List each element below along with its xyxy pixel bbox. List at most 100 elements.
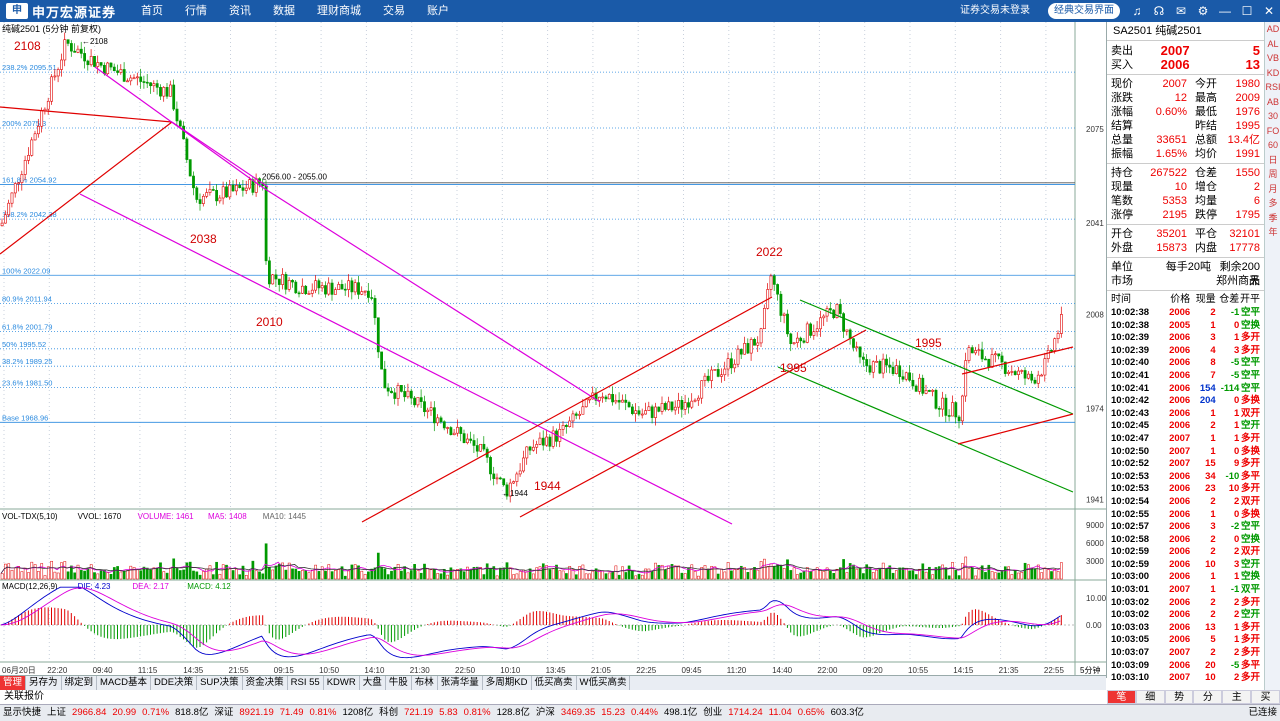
indicator-tab[interactable]: DDE决策 bbox=[151, 676, 198, 690]
trend-line[interactable] bbox=[957, 413, 1074, 445]
candle-body bbox=[894, 365, 898, 374]
trade-list[interactable]: 10:02:38 2006 2 -1 空平 10:02:38 2005 1 0 空换 10:02:3… bbox=[1107, 307, 1264, 685]
indicator-tab[interactable]: SUP决策 bbox=[197, 676, 243, 690]
classic-trade-button[interactable]: 经典交易界面 bbox=[1048, 3, 1120, 19]
trade-vol: 20 bbox=[1205, 659, 1216, 671]
trend-line[interactable] bbox=[777, 366, 1074, 493]
menu-data[interactable]: 数据 bbox=[262, 0, 306, 22]
vol-axis-label: 6000 bbox=[1086, 539, 1104, 548]
volume-bar bbox=[759, 561, 763, 580]
trend-line[interactable] bbox=[519, 329, 867, 518]
indicator-tab[interactable]: 张清华量 bbox=[438, 676, 483, 690]
volume-bar bbox=[1053, 569, 1057, 580]
quote-stat-value: 2007 bbox=[1162, 78, 1187, 90]
menu-trade[interactable]: 交易 bbox=[372, 0, 416, 22]
chart-area[interactable]: 238.2% 2095.51 200% 2075.3 161.8% 2054.92 1… bbox=[0, 22, 1107, 678]
candle-body bbox=[861, 356, 865, 360]
indicator-tab[interactable]: 另存为 bbox=[26, 676, 62, 690]
volume-bar bbox=[574, 574, 578, 580]
trade-row: 10:02:54 2006 2 2 双开 bbox=[1107, 496, 1264, 509]
quote-tab[interactable]: 主 bbox=[1222, 690, 1252, 704]
menu-quotes[interactable]: 行情 bbox=[174, 0, 218, 22]
side-toolbar[interactable]: AD AL VB KD RSI AB 30 FO 60 日周月多季年 bbox=[1264, 22, 1280, 690]
maximize-icon[interactable]: ☐ bbox=[1238, 2, 1256, 20]
indicator-tab[interactable]: 牛股 bbox=[386, 676, 412, 690]
side-tool-周[interactable]: 周 bbox=[1265, 167, 1280, 182]
side-tool-AD[interactable]: AD bbox=[1265, 22, 1280, 37]
trade-kind: 空开 bbox=[1241, 609, 1261, 621]
indicator-tab[interactable]: 低买高卖 bbox=[532, 676, 577, 690]
volume-bar bbox=[667, 565, 671, 580]
side-tool-多[interactable]: 多 bbox=[1265, 196, 1280, 211]
login-status[interactable]: 证券交易未登录 bbox=[960, 0, 1030, 22]
indicator-tab[interactable]: W低买高卖 bbox=[577, 676, 631, 690]
menu-wealth-mall[interactable]: 理财商城 bbox=[306, 0, 372, 22]
candle-body bbox=[535, 444, 539, 448]
music-icon[interactable]: ♫ bbox=[1128, 2, 1146, 20]
side-tool-60[interactable]: 60 bbox=[1265, 138, 1280, 153]
quote-tab[interactable]: 细 bbox=[1135, 690, 1165, 704]
quote-tab[interactable]: 笔 bbox=[1107, 690, 1136, 704]
side-tool-AL[interactable]: AL bbox=[1265, 37, 1280, 52]
index-quote-field: 15.23 bbox=[601, 707, 626, 718]
candle-body bbox=[238, 184, 242, 189]
linked-quote-label[interactable]: 关联报价 bbox=[0, 690, 124, 704]
volume-bar bbox=[294, 568, 298, 580]
menu-account[interactable]: 账户 bbox=[416, 0, 460, 22]
indicator-tab[interactable]: MACD基本 bbox=[97, 676, 152, 690]
indicator-tab[interactable]: RSI 55 bbox=[288, 676, 324, 690]
quote-tab[interactable]: 势 bbox=[1164, 690, 1194, 704]
volume-bar bbox=[647, 568, 651, 580]
minimize-icon[interactable]: — bbox=[1216, 2, 1234, 20]
trend-line[interactable] bbox=[79, 193, 733, 525]
volume-bar bbox=[1000, 570, 1004, 580]
trade-oi: 1 bbox=[1233, 332, 1240, 344]
headset-icon[interactable]: ☊ bbox=[1150, 2, 1168, 20]
side-tool-VB[interactable]: VB bbox=[1265, 51, 1280, 66]
quote-tab[interactable]: 买 bbox=[1251, 690, 1280, 704]
side-tool-季[interactable]: 季 bbox=[1265, 211, 1280, 226]
candle-body bbox=[568, 420, 572, 427]
indicator-tab[interactable]: KDWR bbox=[324, 676, 360, 690]
indicator-tab[interactable]: 管理 bbox=[0, 676, 27, 690]
candle-body bbox=[538, 437, 542, 445]
indicator-tab[interactable]: 绑定到 bbox=[62, 676, 98, 690]
candle-body bbox=[30, 139, 34, 156]
gear-icon[interactable]: ⚙ bbox=[1194, 2, 1212, 20]
volume-bar bbox=[413, 564, 416, 580]
mail-icon[interactable]: ✉ bbox=[1172, 2, 1190, 20]
shortcut-toggle[interactable]: 显示快捷 bbox=[0, 705, 44, 721]
indicator-tab[interactable]: 资金决策 bbox=[243, 676, 288, 690]
side-tool-AB[interactable]: AB bbox=[1265, 95, 1280, 110]
side-tool-FO[interactable]: FO bbox=[1265, 124, 1280, 139]
indicator-tab[interactable]: 多周期KD bbox=[483, 676, 532, 690]
volume-bar bbox=[7, 563, 11, 580]
indicator-tab[interactable]: 布林 bbox=[412, 676, 438, 690]
kline-chart[interactable]: 238.2% 2095.51200% 2075.3161.8% 2054.921… bbox=[0, 22, 1107, 678]
side-tool-KD[interactable]: KD bbox=[1265, 66, 1280, 81]
candle-body bbox=[1023, 370, 1027, 379]
menu-news[interactable]: 资讯 bbox=[218, 0, 262, 22]
candle-body bbox=[449, 427, 453, 436]
side-tool-日[interactable]: 日 bbox=[1265, 153, 1280, 168]
period-label[interactable]: 5分钟 bbox=[1080, 665, 1100, 675]
side-tool-30[interactable]: 30 bbox=[1265, 109, 1280, 124]
oi-stat-value: 2 bbox=[1253, 181, 1260, 193]
indicator-tab[interactable]: 大盘 bbox=[360, 676, 386, 690]
close-icon[interactable]: ✕ bbox=[1260, 2, 1278, 20]
quote-tab[interactable]: 分 bbox=[1193, 690, 1223, 704]
volume-bar bbox=[182, 569, 185, 580]
index-quote-field: 818.8亿 bbox=[175, 707, 209, 718]
candle-body bbox=[696, 397, 700, 401]
side-tool-月[interactable]: 月 bbox=[1265, 182, 1280, 197]
volume-bar bbox=[367, 571, 370, 580]
menu-home[interactable]: 首页 bbox=[130, 0, 174, 22]
candle-body bbox=[274, 274, 278, 280]
volume-bar bbox=[96, 573, 100, 580]
side-tool-RSI[interactable]: RSI bbox=[1265, 80, 1280, 95]
trend-line[interactable] bbox=[0, 121, 173, 255]
volume-bar bbox=[83, 570, 86, 580]
candle-body bbox=[208, 189, 212, 193]
volume-bar bbox=[551, 568, 555, 580]
side-tool-年[interactable]: 年 bbox=[1265, 225, 1280, 240]
